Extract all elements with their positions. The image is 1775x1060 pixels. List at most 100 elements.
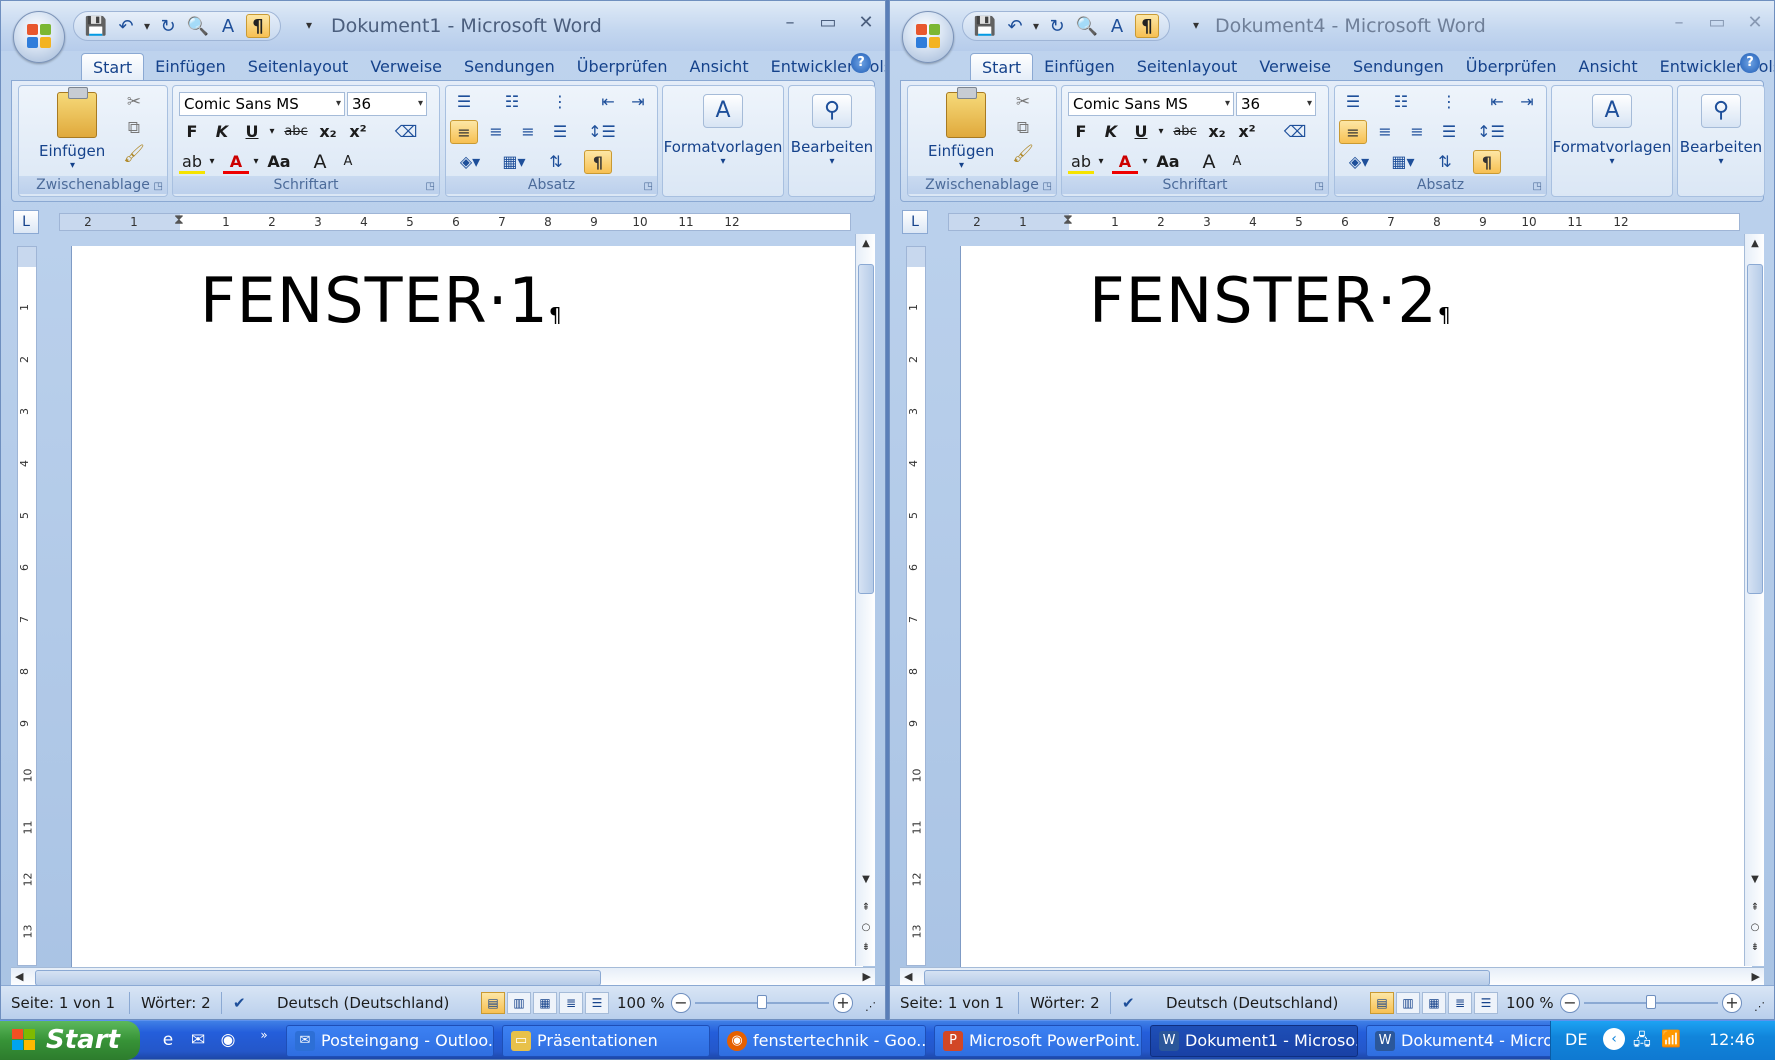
scroll-right-icon[interactable]: ▶	[863, 970, 871, 983]
resize-grip-icon[interactable]: ⋰	[865, 1000, 876, 1013]
outline-view-icon[interactable]: ≣	[1448, 992, 1472, 1014]
resize-grip-icon[interactable]: ⋰	[1754, 1000, 1765, 1013]
paste-dropdown-icon[interactable]: ▾	[70, 160, 75, 171]
scroll-thumb[interactable]	[858, 264, 874, 594]
line-spacing-icon[interactable]: ↕☰	[584, 120, 620, 144]
internet-explorer-icon[interactable]: e	[156, 1028, 180, 1052]
bold-button[interactable]: F	[1068, 120, 1094, 144]
next-page-icon[interactable]: ⇟	[856, 942, 876, 953]
tab-ansicht[interactable]: Ansicht	[1568, 53, 1649, 81]
zoom-out-icon[interactable]: −	[671, 993, 691, 1013]
zoom-in-icon[interactable]: +	[1722, 993, 1742, 1013]
change-case-button[interactable]: Aa	[1150, 150, 1186, 174]
title-bar[interactable]: 💾 ↶ ▾ ↻ 🔍 A ¶ ▾ Dokument1 - Microsoft Wo…	[1, 1, 885, 63]
document-page[interactable]: FENSTER·1¶	[71, 246, 863, 968]
cut-icon[interactable]: ✂	[123, 92, 145, 114]
font-name-input[interactable]: Comic Sans MS ▾	[1068, 92, 1234, 116]
vertical-scrollbar[interactable]: ▲ ▼ ⇞ ○ ⇟	[1744, 234, 1764, 966]
editing-button[interactable]: ⚲ Bearbeiten ▾	[1678, 90, 1764, 167]
scroll-left-icon[interactable]: ◀	[15, 970, 23, 983]
show-formatting-marks-icon[interactable]: ¶	[246, 14, 271, 38]
underline-dropdown-icon[interactable]: ▾	[259, 120, 285, 144]
save-icon[interactable]: 💾	[84, 14, 108, 38]
web-layout-view-icon[interactable]: ▦	[533, 992, 557, 1014]
firefox-quicklaunch-icon[interactable]: ◉	[216, 1028, 240, 1052]
horizontal-ruler[interactable]: 2 1 1 2 3 4 5 6 7 8 9 10 11 12 ⧗	[948, 212, 1740, 231]
font-size-input[interactable]: 36 ▾	[347, 92, 427, 116]
taskbar-button-folder[interactable]: ▭ Präsentationen	[502, 1025, 710, 1057]
highlight-dropdown-icon[interactable]: ▾	[199, 150, 225, 174]
show-formatting-marks-icon[interactable]: ¶	[1135, 14, 1160, 38]
document-text[interactable]: FENSTER·2¶	[1089, 264, 1452, 337]
status-page[interactable]: Seite: 1 von 1	[11, 994, 115, 1012]
underline-dropdown-icon[interactable]: ▾	[1148, 120, 1174, 144]
scroll-down-icon[interactable]: ▼	[1745, 874, 1765, 885]
line-spacing-icon[interactable]: ↕☰	[1473, 120, 1509, 144]
grow-font-button[interactable]: A	[307, 150, 333, 174]
zoom-slider-thumb[interactable]	[1646, 995, 1656, 1009]
dialog-launcher-icon[interactable]: ◳	[154, 181, 163, 192]
zoom-level[interactable]: 100 %	[617, 994, 665, 1012]
font-size-input[interactable]: 36 ▾	[1236, 92, 1316, 116]
previous-page-icon[interactable]: ⇞	[856, 902, 876, 913]
shrink-font-button[interactable]: A	[1224, 150, 1250, 174]
scroll-thumb[interactable]	[1747, 264, 1763, 594]
scroll-thumb[interactable]	[924, 970, 1490, 986]
office-button[interactable]	[13, 11, 65, 63]
superscript-button[interactable]: x²	[345, 120, 371, 144]
zoom-in-icon[interactable]: +	[833, 993, 853, 1013]
paste-icon[interactable]	[946, 87, 986, 138]
status-page[interactable]: Seite: 1 von 1	[900, 994, 1004, 1012]
chevron-down-icon[interactable]: ▾	[1307, 93, 1312, 115]
help-icon[interactable]: ?	[1740, 53, 1760, 73]
decrease-indent-icon[interactable]: ⇤	[1483, 90, 1511, 114]
undo-dropdown-icon[interactable]: ▾	[144, 19, 150, 33]
maximize-icon[interactable]: ▭	[1706, 11, 1728, 33]
document-page[interactable]: FENSTER·2¶	[960, 246, 1752, 968]
tab-sendungen[interactable]: Sendungen	[453, 53, 566, 81]
clock[interactable]: 12:46	[1709, 1030, 1755, 1049]
increase-indent-icon[interactable]: ⇥	[1513, 90, 1541, 114]
clear-formatting-icon[interactable]: ⌫	[1282, 120, 1308, 144]
editing-button[interactable]: ⚲ Bearbeiten ▾	[789, 90, 875, 167]
styles-button[interactable]: A Formatvorlagen ▾	[663, 90, 783, 167]
undo-dropdown-icon[interactable]: ▾	[1033, 19, 1039, 33]
word-window-2[interactable]: 💾 ↶ ▾ ↻ 🔍 A ¶ ▾ Dokument4 - Microsoft Wo…	[889, 0, 1775, 1020]
horizontal-scrollbar[interactable]: ◀ ▶	[900, 967, 1764, 987]
show-hidden-icons-icon[interactable]: ‹	[1603, 1028, 1625, 1050]
zoom-slider-thumb[interactable]	[757, 995, 767, 1009]
full-screen-reading-view-icon[interactable]: ▥	[507, 992, 531, 1014]
draft-view-icon[interactable]: ☰	[1474, 992, 1498, 1014]
spelling-icon[interactable]: A	[1105, 14, 1129, 38]
full-screen-reading-view-icon[interactable]: ▥	[1396, 992, 1420, 1014]
proofing-icon[interactable]: ✔	[233, 994, 246, 1012]
strikethrough-button[interactable]: abc	[283, 120, 309, 144]
vertical-scrollbar[interactable]: ▲ ▼ ⇞ ○ ⇟	[855, 234, 875, 966]
copy-icon[interactable]: ⧉	[123, 118, 145, 140]
align-right-icon[interactable]: ≡	[1403, 120, 1431, 144]
tab-start[interactable]: Start	[970, 53, 1034, 81]
shading-icon[interactable]: ◈▾	[450, 150, 490, 174]
tab-sendungen[interactable]: Sendungen	[1342, 53, 1455, 81]
styles-button[interactable]: A Formatvorlagen ▾	[1552, 90, 1672, 167]
shrink-font-button[interactable]: A	[335, 150, 361, 174]
word-window-1[interactable]: 💾 ↶ ▾ ↻ 🔍 A ¶ ▾ Dokument1 - Microsoft Wo…	[0, 0, 886, 1020]
tab-einfuegen[interactable]: Einfügen	[1033, 53, 1126, 81]
indent-marker-icon[interactable]: ⧗	[1063, 212, 1073, 228]
undo-icon[interactable]: ↶	[1003, 14, 1027, 38]
web-layout-view-icon[interactable]: ▦	[1422, 992, 1446, 1014]
sort-icon[interactable]: ⇅	[542, 150, 570, 174]
copy-icon[interactable]: ⧉	[1012, 118, 1034, 140]
paste-icon[interactable]	[57, 87, 97, 138]
chevron-down-icon[interactable]: ▾	[336, 93, 341, 115]
browse-object-icon[interactable]: ○	[856, 922, 876, 933]
chevron-down-icon[interactable]: ▾	[418, 93, 423, 115]
align-center-icon[interactable]: ≡	[482, 120, 510, 144]
print-preview-icon[interactable]: 🔍	[186, 14, 210, 38]
dialog-launcher-icon[interactable]: ◳	[1315, 181, 1324, 192]
dialog-launcher-icon[interactable]: ◳	[1043, 181, 1052, 192]
tab-verweise[interactable]: Verweise	[359, 53, 453, 81]
format-painter-icon[interactable]: 🖌	[123, 144, 145, 166]
outline-view-icon[interactable]: ≣	[559, 992, 583, 1014]
align-right-icon[interactable]: ≡	[514, 120, 542, 144]
